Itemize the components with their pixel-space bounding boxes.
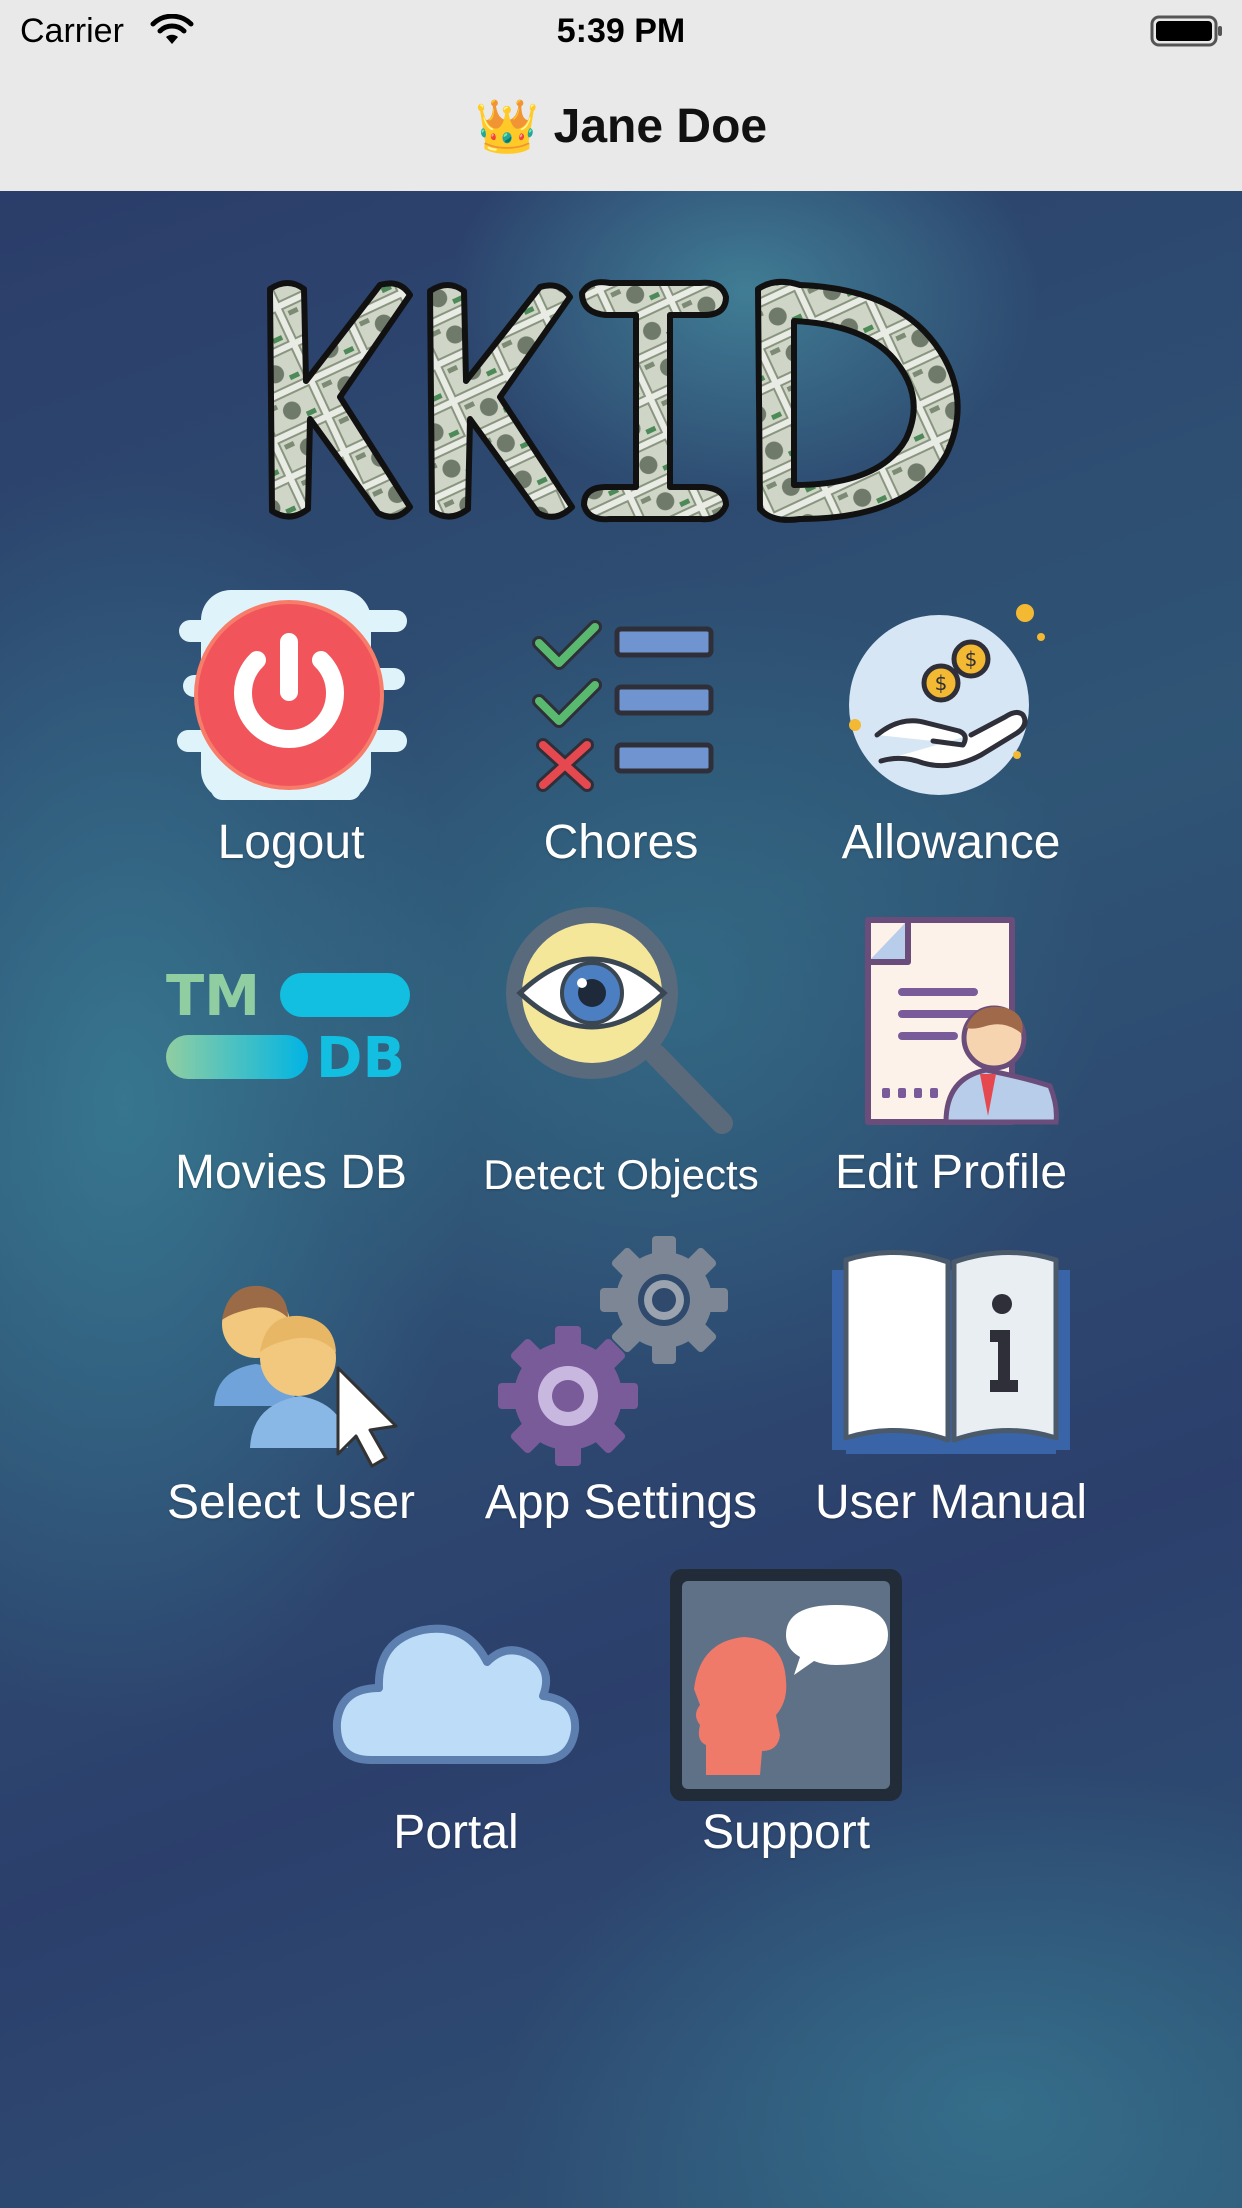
status-bar: Carrier 5:39 PM [0,0,1242,62]
gears-icon [491,1235,751,1475]
menu-label: Portal [393,1806,519,1859]
menu-item-movies-db[interactable]: TM DB Movies DB [141,905,441,1205]
tmdb-bottom-text: DB [316,1026,405,1085]
nav-title: 👑 Jane Doe [475,96,767,157]
cloud-icon [326,1565,586,1805]
menu-item-allowance[interactable]: $ $ Allowance [801,575,1101,875]
menu-label: Allowance [841,816,1061,869]
svg-text:$: $ [965,647,978,671]
menu-label: Support [701,1806,871,1859]
tmdb-top-text: TM [166,965,260,1029]
navigation-bar: 👑 Jane Doe [0,62,1242,192]
magnifier-eye-icon [491,905,751,1145]
menu-item-portal[interactable]: Portal [306,1565,606,1865]
profile-document-icon [821,905,1081,1145]
menu-item-support[interactable]: Support [636,1565,936,1865]
menu-label: Detect Objects [483,1151,759,1198]
support-chat-icon [656,1565,916,1805]
user-name: Jane Doe [553,100,768,153]
clock: 5:39 PM [556,12,686,50]
battery-icon [1150,14,1224,53]
users-cursor-icon [161,1235,421,1475]
checklist-icon [491,575,751,815]
coins-hand-icon: $ $ [821,575,1081,815]
menu-item-logout[interactable]: Logout [141,575,441,875]
menu-item-select-user[interactable]: Select User [141,1235,441,1535]
power-icon [161,575,421,815]
menu-item-edit-profile[interactable]: Edit Profile [801,905,1101,1205]
main-content: Logout Chores $ $ Allowance TM DB Movies… [0,191,1242,2208]
menu-item-app-settings[interactable]: App Settings [471,1235,771,1535]
svg-text:$: $ [935,671,948,695]
menu-label: Select User [166,1476,416,1529]
crown-icon: 👑 [474,98,540,156]
menu-label: Movies DB [174,1146,408,1199]
menu-item-detect-objects[interactable]: Detect Objects [471,905,771,1205]
menu-label: App Settings [484,1476,758,1529]
info-book-icon [821,1235,1081,1475]
menu-label: User Manual [814,1476,1088,1529]
menu-item-chores[interactable]: Chores [471,575,771,875]
app-logo [260,271,980,531]
menu-item-user-manual[interactable]: User Manual [801,1235,1101,1535]
tmdb-icon: TM DB [161,905,421,1145]
menu-label: Edit Profile [834,1146,1068,1199]
menu-label: Logout [217,816,365,869]
menu-label: Chores [543,816,699,869]
